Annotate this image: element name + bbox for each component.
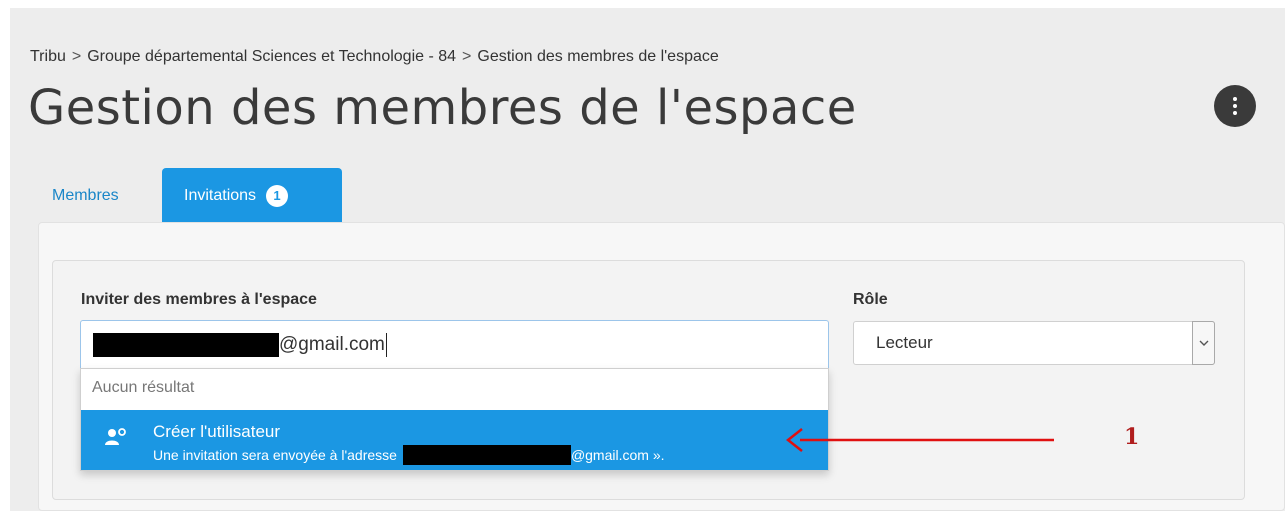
tab-members[interactable]: Membres bbox=[52, 168, 119, 223]
add-user-icon bbox=[105, 428, 126, 445]
tab-invitations-label: Invitations bbox=[184, 186, 257, 204]
subtitle-prefix: Une invitation sera envoyée à l'adresse bbox=[153, 447, 397, 463]
create-user-title: Créer l'utilisateur bbox=[153, 422, 281, 441]
page-title: Gestion des membres de l'espace bbox=[28, 80, 857, 136]
role-select[interactable]: Lecteur bbox=[853, 321, 1215, 365]
breadcrumb-item-group[interactable]: Groupe départemental Sciences et Technol… bbox=[87, 48, 456, 65]
annotation-arrow bbox=[786, 428, 1054, 452]
annotation-number: 1 bbox=[1124, 424, 1140, 450]
invitations-count-badge: 1 bbox=[266, 184, 289, 207]
breadcrumb-item-current: Gestion des membres de l'espace bbox=[477, 48, 719, 65]
invite-members-label: Inviter des membres à l'espace bbox=[81, 291, 317, 308]
create-user-subtitle: Une invitation sera envoyée à l'adresse @… bbox=[153, 445, 665, 465]
breadcrumb-separator: > bbox=[71, 48, 82, 65]
role-select-value: Lecteur bbox=[876, 333, 933, 352]
redacted-email bbox=[402, 445, 571, 465]
invite-suggestions-dropdown: Aucun résultat Créer l'utilisateur Une i… bbox=[80, 368, 829, 471]
tab-invitations[interactable]: Invitations 1 bbox=[162, 168, 342, 223]
create-user-option[interactable]: Créer l'utilisateur Une invitation sera … bbox=[81, 410, 828, 470]
breadcrumb: Tribu > Groupe départemental Sciences et T… bbox=[30, 48, 719, 66]
breadcrumb-item-tribu[interactable]: Tribu bbox=[30, 48, 66, 65]
breadcrumb-separator: > bbox=[462, 48, 472, 65]
subtitle-suffix: @gmail.com ». bbox=[570, 447, 665, 463]
no-result-text: Aucun résultat bbox=[92, 379, 195, 396]
text-cursor bbox=[385, 332, 387, 357]
redacted-email bbox=[93, 332, 279, 357]
tab-members-label: Membres bbox=[52, 186, 119, 204]
role-label: Rôle bbox=[853, 291, 888, 308]
chevron-down-icon bbox=[1192, 321, 1215, 365]
more-options-button[interactable] bbox=[1214, 85, 1256, 127]
vertical-dots-icon bbox=[1233, 97, 1237, 115]
invite-input-value: @gmail.com bbox=[279, 333, 385, 355]
invite-members-input[interactable]: @gmail.com bbox=[80, 320, 829, 368]
